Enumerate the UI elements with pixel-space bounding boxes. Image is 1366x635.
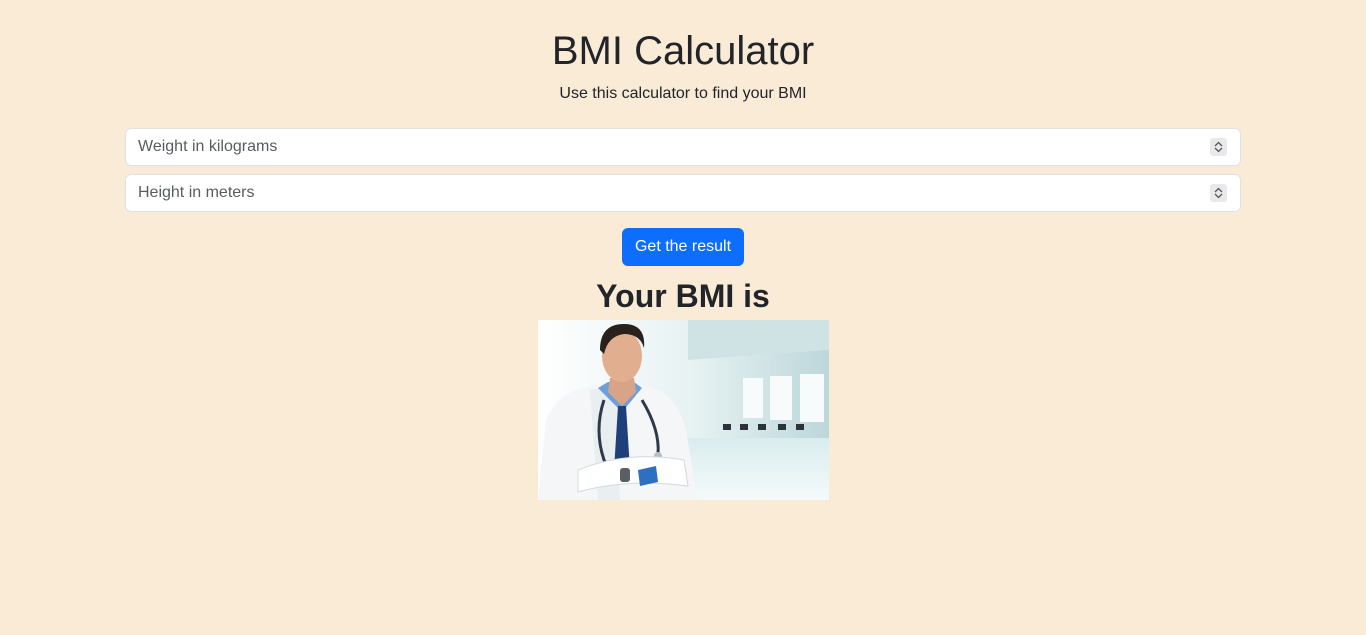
get-result-button[interactable]: Get the result	[622, 228, 744, 266]
height-field[interactable]	[125, 174, 1241, 212]
height-input[interactable]	[138, 175, 1198, 211]
page-subtitle: Use this calculator to find your BMI	[559, 85, 807, 102]
doctor-photo	[538, 320, 829, 500]
page-title: BMI Calculator	[551, 29, 815, 73]
chevron-down-icon	[1214, 147, 1223, 153]
height-spinner[interactable]	[1210, 184, 1227, 202]
bmi-result-heading: Your BMI is	[596, 278, 770, 314]
weight-input[interactable]	[138, 129, 1198, 165]
weight-spinner[interactable]	[1210, 138, 1227, 156]
weight-field[interactable]	[125, 128, 1241, 166]
chevron-down-icon	[1214, 193, 1223, 199]
